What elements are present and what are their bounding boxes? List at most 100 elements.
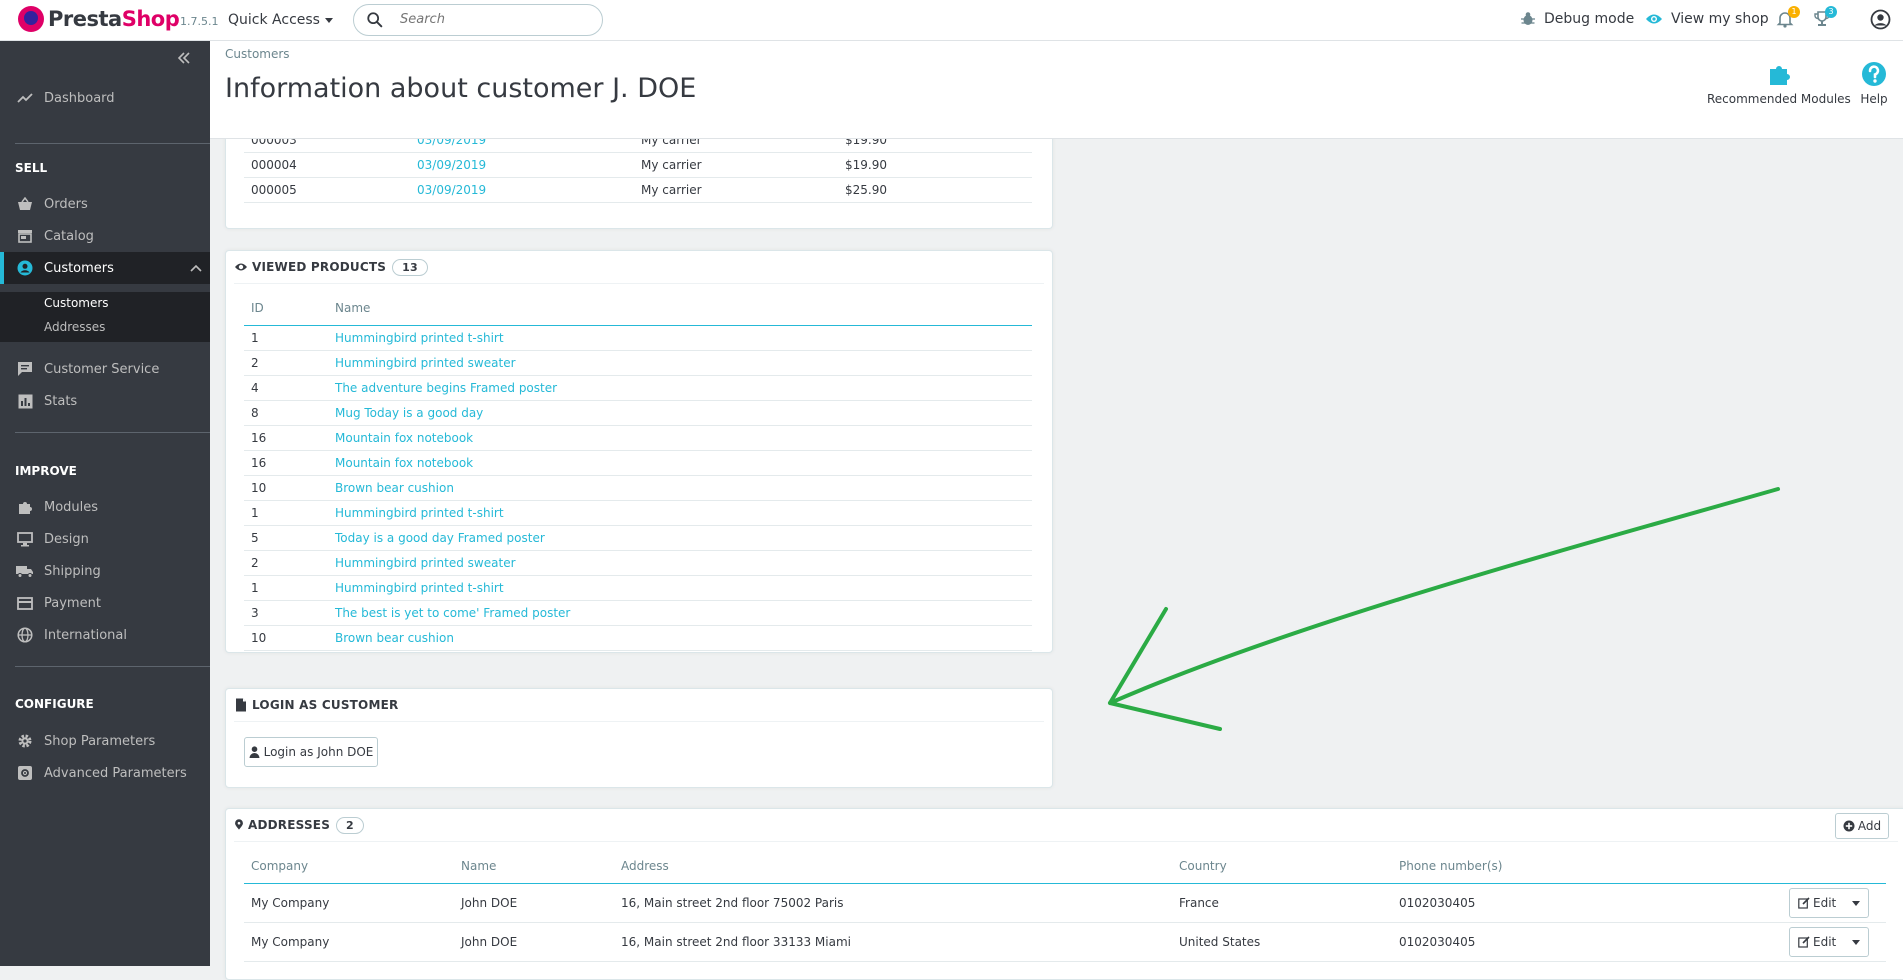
view-my-shop-link[interactable]: View my shop xyxy=(1645,11,1769,27)
product-name-cell: Mug Today is a good day xyxy=(328,400,1032,426)
add-address-button[interactable]: Add xyxy=(1835,813,1889,839)
product-name-cell: Brown bear cushion xyxy=(328,625,1032,651)
edit-address-button[interactable]: Edit xyxy=(1789,927,1869,957)
login-as-customer-button[interactable]: Login as John DOE xyxy=(244,737,378,767)
breadcrumb[interactable]: Customers xyxy=(225,47,290,61)
product-name-link[interactable]: Hummingbird printed t-shirt xyxy=(335,331,504,345)
sidebar-item-design[interactable]: Design xyxy=(0,523,210,555)
address-actions: Edit xyxy=(1782,922,1886,962)
product-name-cell: The best is yet to come' Framed poster xyxy=(328,600,1032,626)
sidebar-item-label: Advanced Parameters xyxy=(44,765,187,781)
product-id: 1 xyxy=(244,575,328,601)
debug-mode-link[interactable]: Debug mode xyxy=(1520,11,1634,27)
sidebar-item-catalog[interactable]: Catalog xyxy=(0,220,210,252)
address-country: France xyxy=(1172,883,1392,923)
view-shop-label: View my shop xyxy=(1671,11,1769,27)
shipment-price: $19.90 xyxy=(838,152,1032,178)
product-id: 16 xyxy=(244,425,328,451)
address-company: My Company xyxy=(244,922,454,962)
store-icon xyxy=(16,227,34,245)
sidebar-item-customers[interactable]: Customers xyxy=(0,252,210,284)
column-header-name: Name xyxy=(454,849,614,884)
table-row: 1 Hummingbird printed t-shirt xyxy=(244,575,1032,601)
product-name-link[interactable]: The adventure begins Framed poster xyxy=(335,381,557,395)
submenu-item-customers[interactable]: Customers xyxy=(44,296,109,310)
table-row: 1 Hummingbird printed t-shirt xyxy=(244,325,1032,351)
viewed-products-heading: VIEWED PRODUCTS 13 xyxy=(234,251,1044,284)
help-label: Help xyxy=(1860,92,1888,106)
table-row: 2 Hummingbird printed sweater xyxy=(244,550,1032,576)
shipments-table: 000003 03/09/2019 My carrier $19.90 0000… xyxy=(244,128,1032,203)
product-id: 1 xyxy=(244,325,328,351)
account-button[interactable] xyxy=(1870,9,1891,30)
product-name-link[interactable]: Mountain fox notebook xyxy=(335,456,473,470)
count-badge: 13 xyxy=(392,258,428,276)
product-name-link[interactable]: Brown bear cushion xyxy=(335,631,454,645)
caret-down-icon[interactable] xyxy=(1852,901,1860,906)
table-row: 16 Mountain fox notebook xyxy=(244,450,1032,476)
product-name-link[interactable]: Today is a good day Framed poster xyxy=(335,531,545,545)
search-input[interactable] xyxy=(398,11,592,28)
eye-icon xyxy=(235,263,247,271)
desktop-icon xyxy=(16,530,34,548)
sidebar-item-customer-service[interactable]: Customer Service xyxy=(0,353,210,385)
submenu-item-addresses[interactable]: Addresses xyxy=(44,320,105,334)
addresses-table: Company Name Address Country Phone numbe… xyxy=(244,849,1886,962)
sidebar-item-shipping[interactable]: Shipping xyxy=(0,555,210,587)
product-name-link[interactable]: Hummingbird printed t-shirt xyxy=(335,506,504,520)
sidebar-item-advanced-parameters[interactable]: Advanced Parameters xyxy=(0,757,210,789)
product-name-link[interactable]: Mug Today is a good day xyxy=(335,406,483,420)
product-name-link[interactable]: The best is yet to come' Framed poster xyxy=(335,606,570,620)
map-marker-icon xyxy=(235,819,243,830)
sidebar-item-stats[interactable]: Stats xyxy=(0,385,210,417)
address-name: John DOE xyxy=(454,922,614,962)
top-bar: PrestaShop 1.7.5.1 Quick Access Debug mo… xyxy=(0,0,1903,41)
shipment-date-link[interactable]: 03/09/2019 xyxy=(417,158,486,172)
table-row: My Company John DOE 16, Main street 2nd … xyxy=(244,883,1886,923)
notifications-button[interactable]: 1 xyxy=(1776,6,1800,28)
caret-down-icon[interactable] xyxy=(1852,940,1860,945)
eye-icon xyxy=(1646,14,1662,24)
product-id: 5 xyxy=(244,525,328,551)
product-name-cell: Today is a good day Framed poster xyxy=(328,525,1032,551)
notification-count-badge: 1 xyxy=(1788,6,1800,18)
sidebar-item-dashboard[interactable]: Dashboard xyxy=(0,82,210,114)
table-header-row: ID Name xyxy=(244,291,1032,326)
sidebar-item-modules[interactable]: Modules xyxy=(0,491,210,523)
search-box[interactable] xyxy=(353,4,603,36)
sidebar-item-international[interactable]: International xyxy=(0,619,210,651)
trophy-button[interactable]: 3 xyxy=(1813,6,1837,28)
file-icon xyxy=(236,698,246,712)
address-phone: 0102030405 xyxy=(1392,883,1782,923)
product-name-link[interactable]: Hummingbird printed sweater xyxy=(335,556,516,570)
prestashop-logo[interactable]: PrestaShop xyxy=(18,6,180,32)
product-name-cell: Hummingbird printed t-shirt xyxy=(328,500,1032,526)
sidebar-section-configure: CONFIGURE xyxy=(15,697,94,711)
edit-address-button[interactable]: Edit xyxy=(1789,888,1869,918)
product-name-link[interactable]: Mountain fox notebook xyxy=(335,431,473,445)
product-name-link[interactable]: Hummingbird printed sweater xyxy=(335,356,516,370)
product-name-link[interactable]: Brown bear cushion xyxy=(335,481,454,495)
sidebar-item-label: Catalog xyxy=(44,228,94,244)
recommended-modules-button[interactable]: Recommended Modules xyxy=(1707,60,1851,106)
basket-icon xyxy=(16,195,34,213)
table-row: 5 Today is a good day Framed poster xyxy=(244,525,1032,551)
product-name-cell: Hummingbird printed t-shirt xyxy=(328,325,1032,351)
sidebar-item-shop-parameters[interactable]: Shop Parameters xyxy=(0,725,210,757)
shipment-date-link[interactable]: 03/09/2019 xyxy=(417,183,486,197)
product-name-cell: The adventure begins Framed poster xyxy=(328,375,1032,401)
sidebar-item-payment[interactable]: Payment xyxy=(0,587,210,619)
table-row: 3 The best is yet to come' Framed poster xyxy=(244,600,1032,626)
panel-title: LOGIN AS CUSTOMER xyxy=(252,698,399,712)
login-button-label: Login as John DOE xyxy=(263,745,374,759)
product-name-link[interactable]: Hummingbird printed t-shirt xyxy=(335,581,504,595)
address-text: 16, Main street 2nd floor 33133 Miami xyxy=(614,922,1172,962)
help-button[interactable]: Help xyxy=(1860,60,1888,106)
collapse-sidebar-icon[interactable] xyxy=(176,50,192,66)
sidebar-item-orders[interactable]: Orders xyxy=(0,188,210,220)
search-icon[interactable] xyxy=(366,11,384,29)
address-text: 16, Main street 2nd floor 75002 Paris xyxy=(614,883,1172,923)
sidebar-item-label: International xyxy=(44,627,127,643)
product-id: 2 xyxy=(244,350,328,376)
quick-access-dropdown[interactable]: Quick Access xyxy=(228,12,333,28)
